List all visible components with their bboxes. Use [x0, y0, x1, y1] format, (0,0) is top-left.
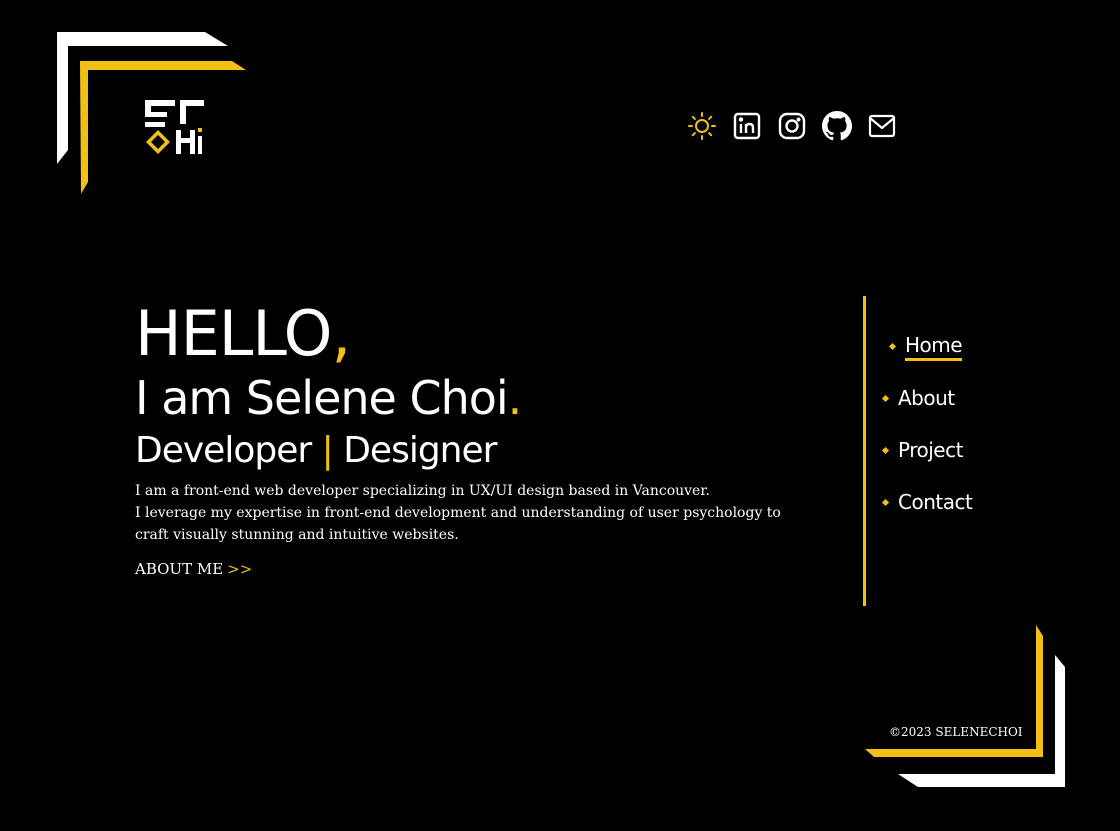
- name-heading: I am Selene Choi.: [135, 371, 522, 425]
- diamond-bullet-icon: [881, 394, 890, 402]
- mail-icon[interactable]: [866, 110, 897, 141]
- diamond-bullet-icon: [888, 342, 897, 350]
- instagram-icon[interactable]: [776, 110, 807, 141]
- top-left-frame-decoration: [57, 32, 246, 194]
- about-me-link[interactable]: ABOUT ME >>: [135, 560, 252, 578]
- github-icon[interactable]: [821, 110, 852, 141]
- nav-item-home[interactable]: Home: [883, 320, 972, 372]
- nav-item-project[interactable]: Project: [881, 424, 972, 476]
- nav-item-label: About: [898, 386, 955, 410]
- diamond-bullet-icon: [881, 498, 890, 506]
- side-navigation: Home About Project Contact: [881, 320, 973, 528]
- portfolio-page: HELLO, I am Selene Choi. Developer | Des…: [0, 0, 1120, 831]
- nav-item-label: Project: [898, 438, 963, 462]
- nav-item-about[interactable]: About: [881, 372, 972, 424]
- hero-section: HELLO, I am Selene Choi. Developer | Des…: [135, 297, 781, 579]
- bio-line: I am a front-end web developer specializ…: [135, 483, 710, 499]
- nav-item-contact[interactable]: Contact: [881, 476, 973, 528]
- nav-divider: [863, 296, 866, 606]
- diamond-bullet-icon: [881, 446, 890, 454]
- top-icon-bar: [686, 110, 897, 141]
- role-heading: Developer | Designer: [135, 430, 497, 471]
- bio-line: I leverage my expertise in front-end dev…: [135, 505, 781, 521]
- bio-line: craft visually stunning and intuitive we…: [135, 527, 459, 543]
- nav-item-label: Contact: [898, 490, 973, 514]
- bio-text: I am a front-end web developer specializ…: [135, 480, 781, 546]
- linkedin-icon[interactable]: [731, 110, 762, 141]
- hello-heading: HELLO,: [135, 297, 351, 370]
- copyright-text: ©2023 SELENECHOI: [889, 725, 1023, 739]
- nav-item-label: Home: [905, 332, 963, 361]
- logo[interactable]: [140, 96, 206, 160]
- sun-icon[interactable]: [686, 110, 717, 141]
